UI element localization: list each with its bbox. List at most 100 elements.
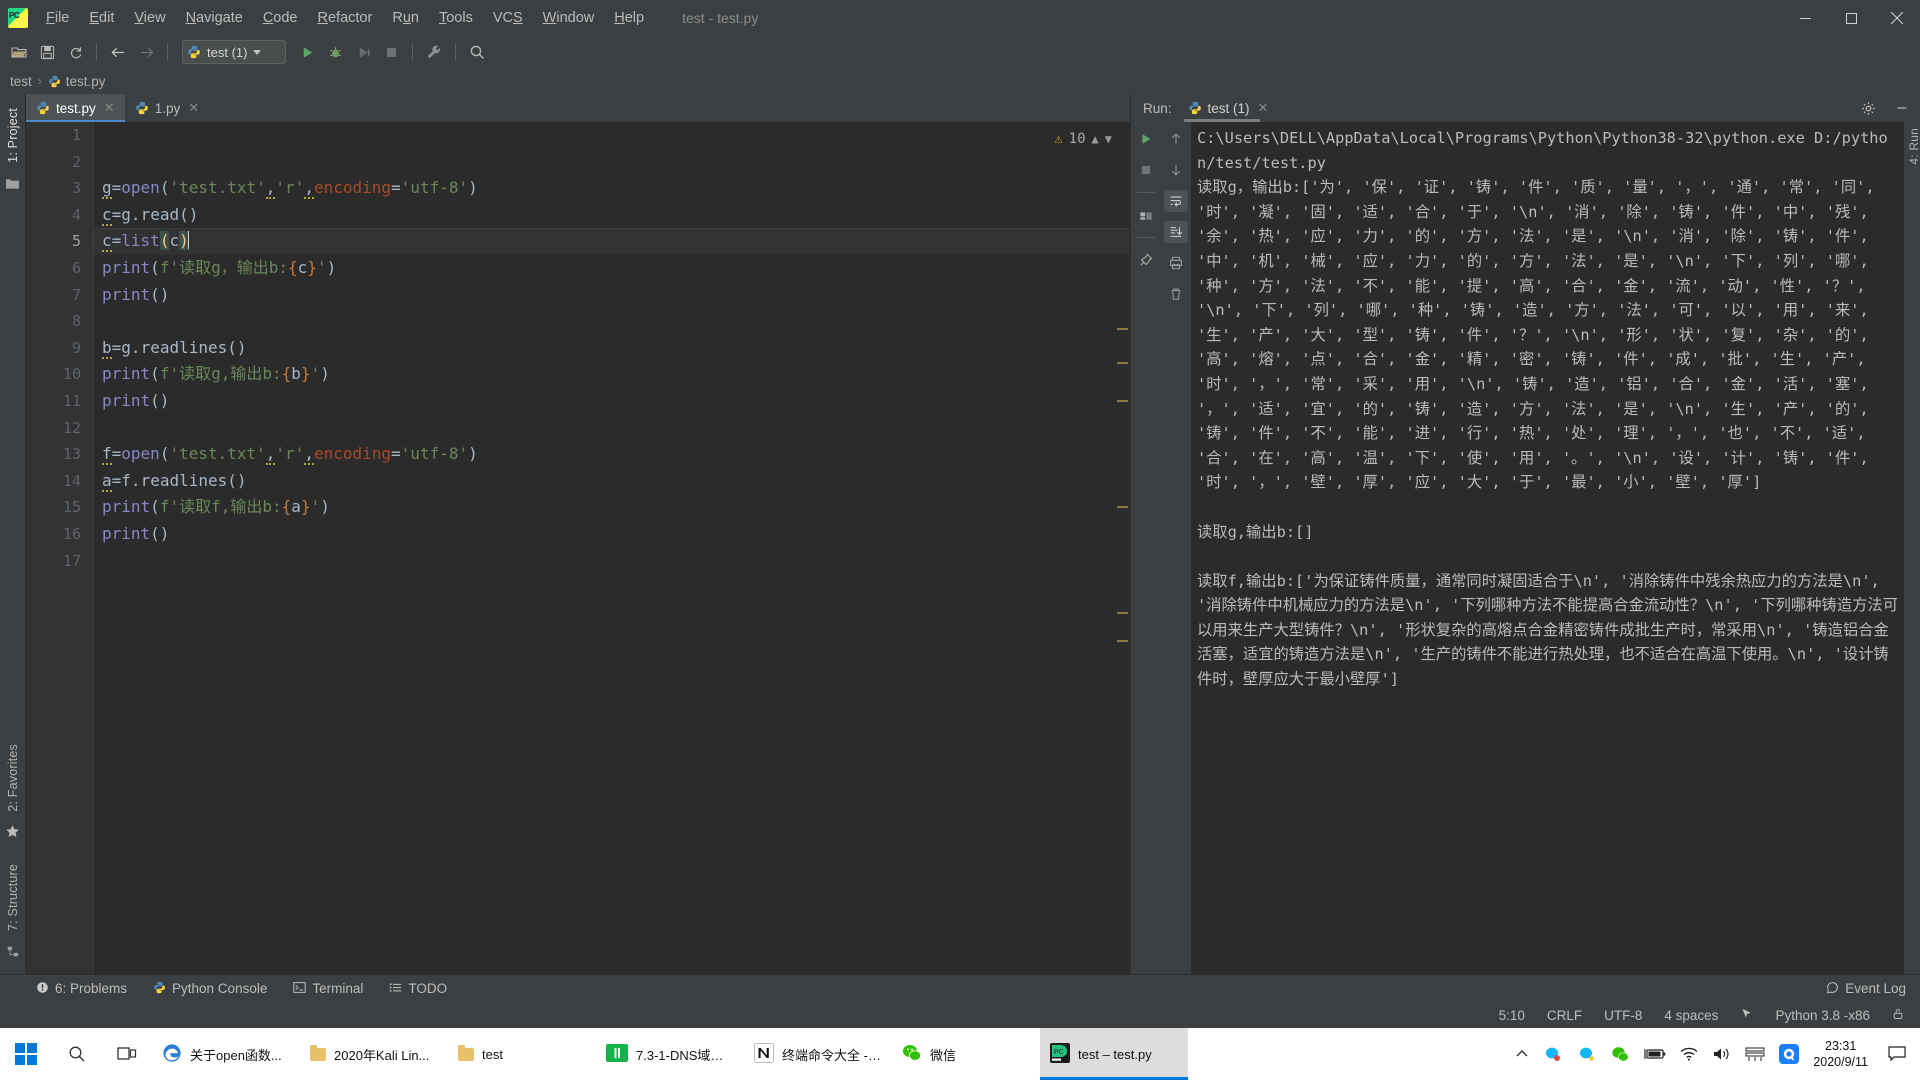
file-encoding[interactable]: UTF-8 [1604,1008,1642,1023]
code-editor[interactable]: ⚠ 10 ▲ ▼ g=open('test.txt','r',encoding=… [94,122,1130,974]
code-line-14[interactable]: a=f.readlines() [94,468,1130,495]
menu-window[interactable]: Window [533,5,605,31]
tab-1-py[interactable]: 1.py ✕ [124,94,210,122]
menu-code[interactable]: Code [253,5,308,31]
menu-vcs[interactable]: VCS [483,5,533,31]
gear-icon[interactable] [1856,97,1880,119]
ime-icon[interactable] [1745,1046,1765,1062]
scroll-up-button[interactable] [1164,128,1188,150]
line-number-8[interactable]: 8 [26,308,93,335]
line-number-15[interactable]: 15 [26,494,93,521]
debug-button[interactable] [322,39,348,65]
code-line-7[interactable]: print() [94,282,1130,309]
soft-wrap-button[interactable] [1164,190,1188,212]
line-number-17[interactable]: 17 [26,548,93,575]
code-line-3[interactable]: g=open('test.txt','r',encoding='utf-8') [94,175,1130,202]
breadcrumb-file-wrap[interactable]: test.py [48,74,106,89]
minimize-icon[interactable] [1890,97,1914,119]
line-number-3[interactable]: 3 [26,175,93,202]
sidebar-item-project[interactable]: 1: Project [3,102,23,169]
sidebar-item-structure[interactable]: 7: Structure [3,858,23,937]
line-number-1[interactable]: 1 [26,122,93,149]
scroll-to-end-button[interactable] [1164,221,1188,243]
code-line-5[interactable]: c=list(c) [94,228,1130,255]
line-number-6[interactable]: 6 [26,255,93,282]
line-number-5[interactable]: 5 [26,228,93,255]
run-coverage-button[interactable] [350,39,376,65]
tab-test-py[interactable]: test.py ✕ [26,94,125,122]
code-line-8[interactable] [94,308,1130,335]
sync-icon[interactable] [62,39,88,65]
bottom-item-todo[interactable]: TODO [389,981,447,997]
menu-navigate[interactable]: Navigate [176,5,253,31]
inspection-widget[interactable]: ⚠ 10 ▲ ▼ [1054,126,1112,153]
rerun-button[interactable] [1134,128,1158,150]
code-line-11[interactable]: print() [94,388,1130,415]
run-tab[interactable]: test (1) ✕ [1182,97,1275,122]
qq-icon[interactable] [1543,1044,1564,1064]
maximize-button[interactable] [1828,0,1874,36]
project-folder-icon[interactable] [5,177,20,195]
back-arrow-icon[interactable] [105,39,131,65]
line-number-12[interactable]: 12 [26,415,93,442]
stop-button[interactable] [378,39,404,65]
close-icon[interactable]: ✕ [188,100,199,116]
start-button[interactable] [0,1028,52,1080]
run-configuration-selector[interactable]: test (1) [182,40,286,64]
menu-file[interactable]: File [36,5,79,31]
taskbar-clock[interactable]: 23:31 2020/9/11 [1813,1038,1868,1070]
python-interpreter[interactable]: Python 3.8 -x86 [1775,1008,1870,1023]
bottom-item-problems[interactable]: 6: Problems [36,981,127,997]
line-number-7[interactable]: 7 [26,282,93,309]
menu-refactor[interactable]: Refactor [308,5,383,31]
line-number-9[interactable]: 9 [26,335,93,362]
menu-run[interactable]: Run [382,5,429,31]
error-stripe-marker[interactable] [1117,612,1128,614]
taskbar-app-2[interactable]: test [448,1028,596,1080]
layout-button[interactable] [1134,204,1158,226]
menu-tools[interactable]: Tools [429,5,483,31]
code-line-16[interactable]: print() [94,521,1130,548]
line-number-11[interactable]: 11 [26,388,93,415]
stop-button[interactable] [1134,159,1158,181]
lock-icon[interactable] [1892,1007,1904,1024]
code-line-1[interactable] [94,122,1130,149]
bottom-item-terminal[interactable]: Terminal [293,981,363,997]
code-line-10[interactable]: print(f'读取g,输出b:{b}') [94,361,1130,388]
line-number-4[interactable]: 4 [26,202,93,229]
notification-icon[interactable] [1882,1028,1912,1080]
chevron-down-icon[interactable]: ▼ [1105,126,1112,153]
structure-icon[interactable] [6,945,20,964]
sidebar-item-run[interactable]: 4: Run [1904,122,1920,169]
taskbar-app-3[interactable]: 7.3-1-DNS域名... [596,1028,744,1080]
taskbar-app-1[interactable]: 2020年Kali Lin... [300,1028,448,1080]
line-number-10[interactable]: 10 [26,361,93,388]
code-line-13[interactable]: f=open('test.txt','r',encoding='utf-8') [94,441,1130,468]
code-line-4[interactable]: c=g.read() [94,202,1130,229]
line-number-13[interactable]: 13 [26,441,93,468]
code-line-12[interactable] [94,415,1130,442]
run-console-output[interactable]: C:\Users\DELL\AppData\Local\Programs\Pyt… [1191,122,1904,974]
sidebar-item-favorites[interactable]: 2: Favorites [3,738,23,818]
qq2-icon[interactable] [1577,1044,1598,1064]
error-stripe-marker[interactable] [1117,640,1128,642]
line-separator[interactable]: CRLF [1547,1008,1582,1023]
volume-icon[interactable] [1712,1046,1731,1062]
code-line-15[interactable]: print(f'读取f,输出b:{a}') [94,494,1130,521]
print-button[interactable] [1164,252,1188,274]
line-number-2[interactable]: 2 [26,149,93,176]
minimize-button[interactable] [1782,0,1828,36]
code-line-2[interactable] [94,149,1130,176]
taskbar-app-0[interactable]: 关于open函数... [152,1028,300,1080]
forward-arrow-icon[interactable] [133,39,159,65]
wechat-icon[interactable] [1611,1045,1630,1064]
wifi-icon[interactable] [1680,1047,1698,1061]
code-line-17[interactable] [94,548,1130,575]
git-branch-icon[interactable] [1740,1007,1753,1024]
breadcrumb-project[interactable]: test [10,74,32,89]
taskbar-app-4[interactable]: 终端命令大全 - ... [744,1028,892,1080]
settings-wrench-icon[interactable] [421,39,447,65]
menu-edit[interactable]: Edit [79,5,124,31]
favorites-star-icon[interactable] [5,824,20,844]
close-icon[interactable]: ✕ [104,100,115,116]
